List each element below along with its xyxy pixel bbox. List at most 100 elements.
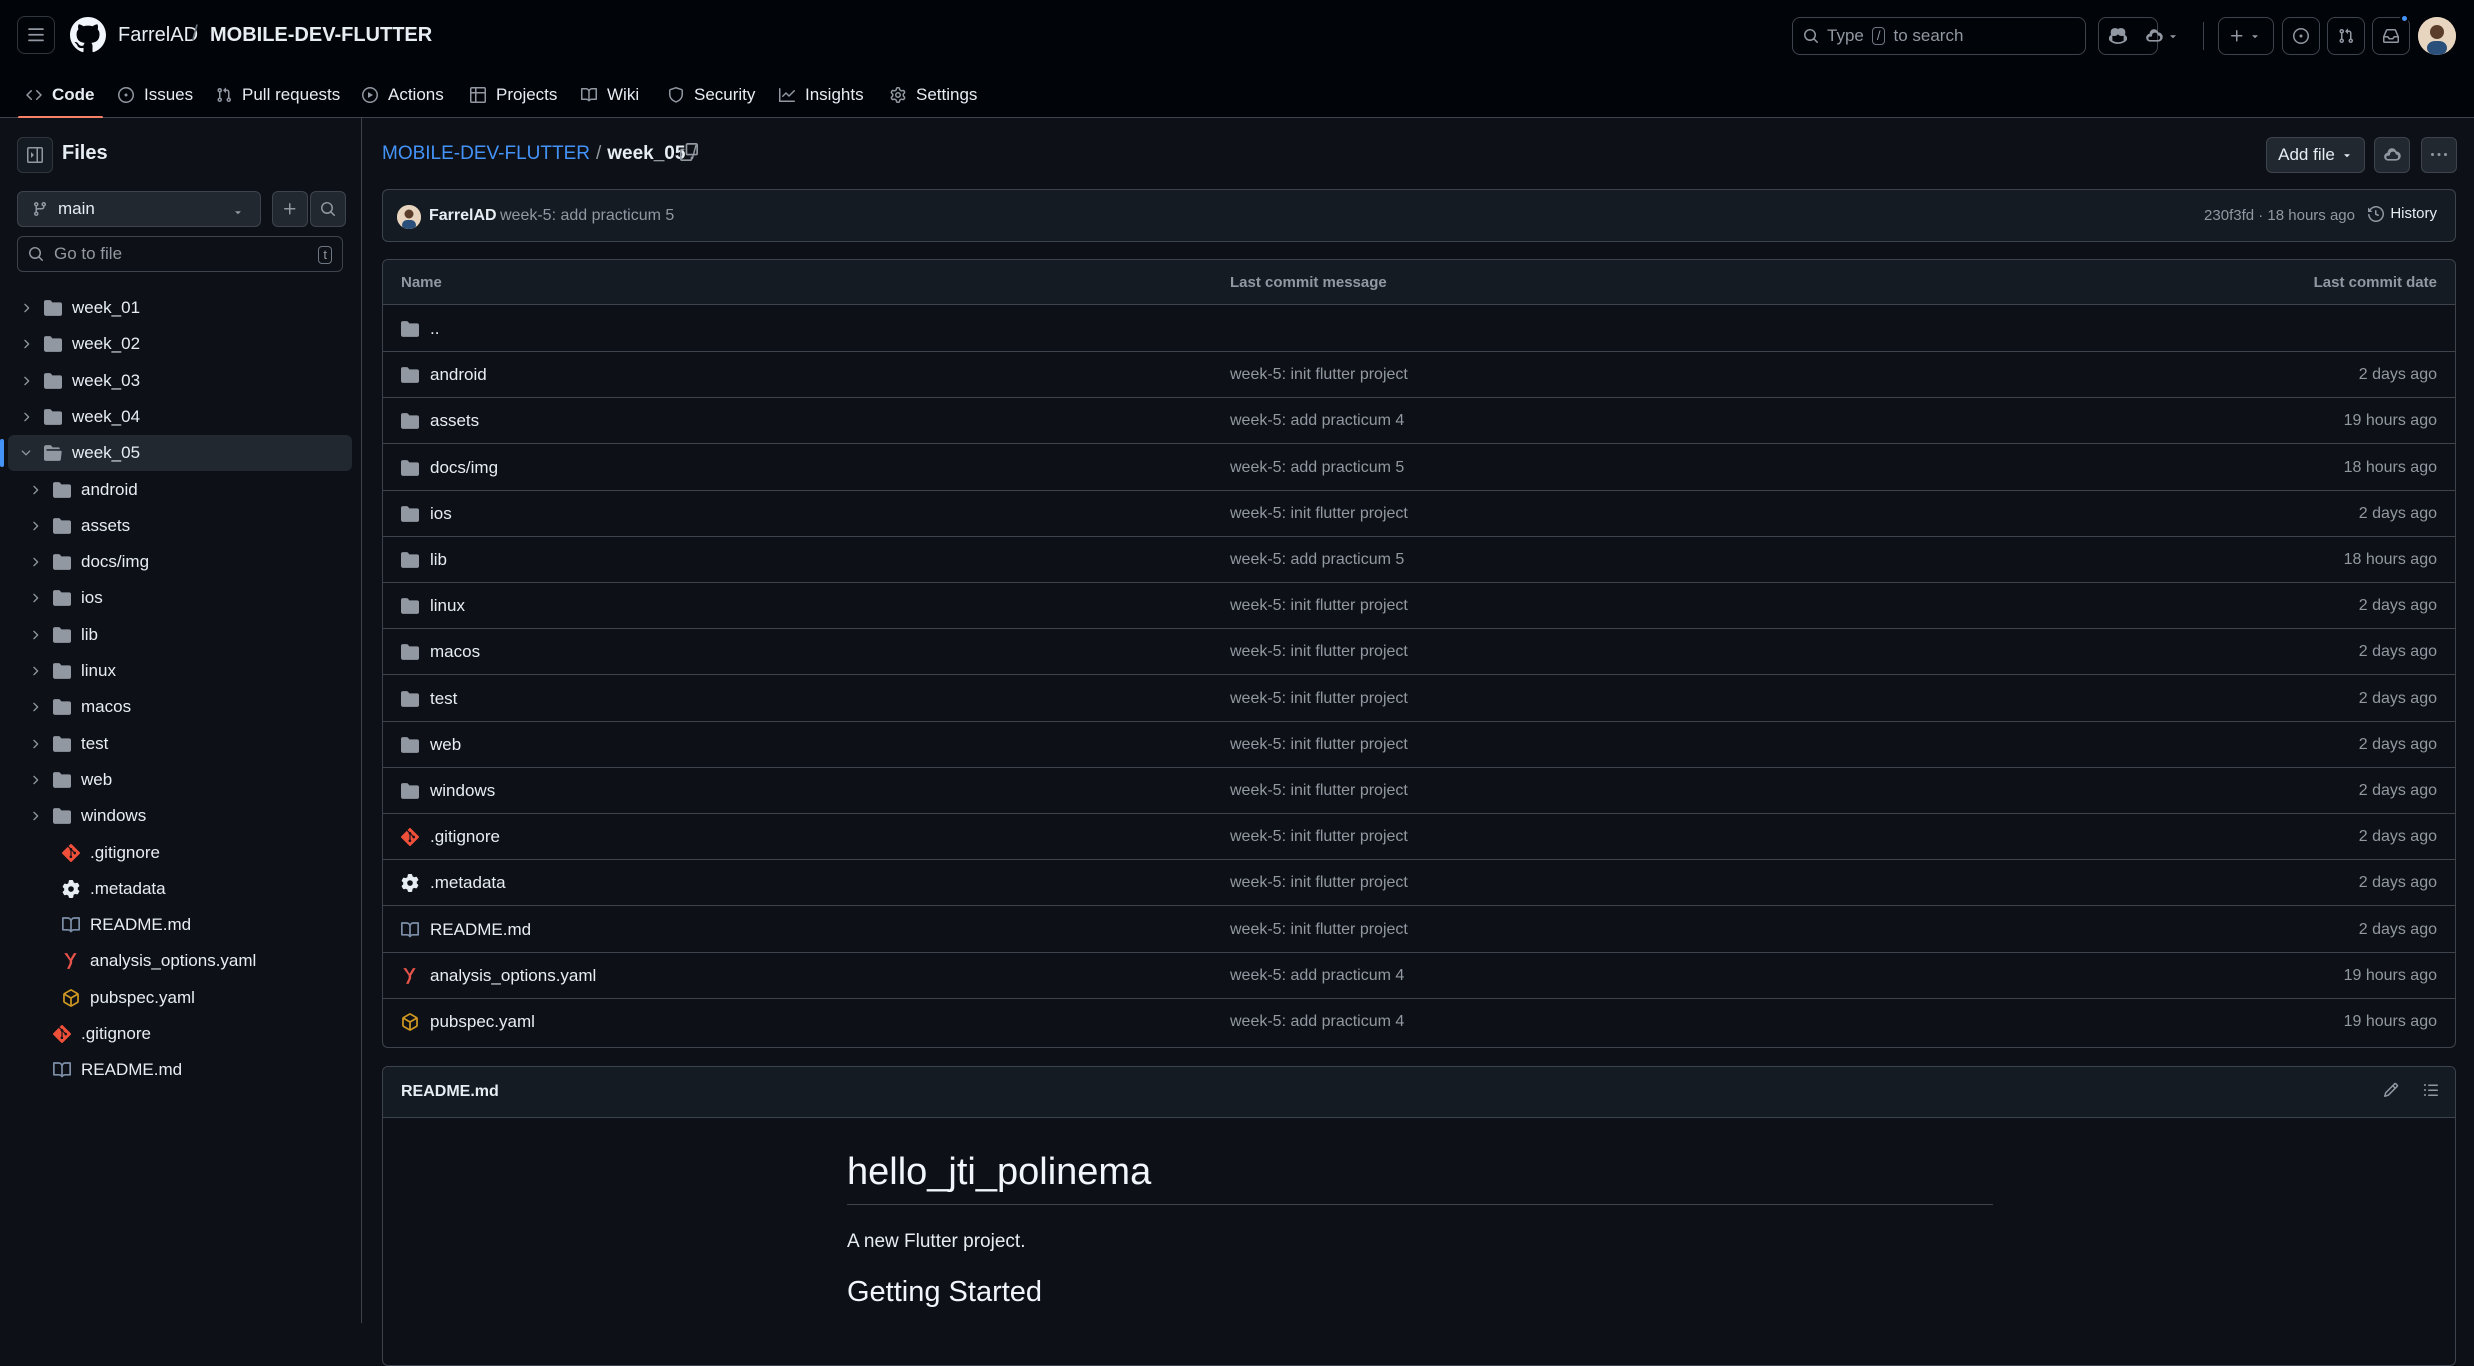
breadcrumb-repo-link[interactable]: MOBILE-DEV-FLUTTER: [382, 143, 590, 165]
file-name-link[interactable]: analysis_options.yaml: [430, 966, 596, 986]
chevron-right-icon[interactable]: [28, 809, 42, 823]
table-row[interactable]: linux week-5: init flutter project 2 days …: [383, 583, 2455, 630]
search-input[interactable]: Type / to search: [1792, 17, 2086, 55]
tab-wiki[interactable]: Wiki: [581, 72, 639, 118]
file-name-link[interactable]: ..: [430, 319, 439, 339]
file-name-link[interactable]: README.md: [430, 920, 531, 940]
owner-link[interactable]: FarrelAD: [118, 24, 198, 47]
table-row[interactable]: README.md week-5: init flutter project 2 d…: [383, 907, 2455, 953]
commit-message-link[interactable]: week-5: init flutter project: [1230, 366, 1408, 384]
tree-item-folder[interactable]: macos: [0, 689, 362, 725]
tree-item-folder[interactable]: lib: [0, 617, 362, 653]
menu-button[interactable]: [17, 16, 55, 54]
tree-item-folder[interactable]: web: [0, 762, 362, 798]
table-row[interactable]: test week-5: init flutter project 2 days a…: [383, 676, 2455, 722]
tree-item-folder[interactable]: ios: [0, 580, 362, 616]
chevron-right-icon[interactable]: [28, 773, 42, 787]
chevron-right-icon[interactable]: [28, 483, 42, 497]
chevron-down-icon[interactable]: [19, 446, 33, 460]
table-row[interactable]: assets week-5: add practicum 4 19 hours ag…: [383, 398, 2455, 445]
tree-item-file[interactable]: pubspec.yaml: [0, 980, 362, 1016]
tab-actions[interactable]: Actions: [362, 72, 444, 118]
commit-message-link[interactable]: week-5: add practicum 5: [1230, 459, 1404, 477]
table-row[interactable]: .metadata week-5: init flutter project 2 d…: [383, 860, 2455, 907]
chevron-right-icon[interactable]: [19, 337, 33, 351]
tree-item-folder[interactable]: linux: [0, 653, 362, 689]
file-name-link[interactable]: pubspec.yaml: [430, 1012, 535, 1032]
table-row[interactable]: macos week-5: init flutter project 2 days …: [383, 629, 2455, 676]
tree-item-file[interactable]: .gitignore: [0, 835, 362, 871]
commit-message-link[interactable]: week-5: init flutter project: [1230, 643, 1408, 661]
chevron-right-icon[interactable]: [19, 374, 33, 388]
commit-message-link[interactable]: week-5: init flutter project: [1230, 597, 1408, 615]
tab-settings[interactable]: Settings: [890, 72, 977, 118]
commit-message-link[interactable]: week-5: init flutter project: [1230, 921, 1408, 939]
commit-message-link[interactable]: week-5: add practicum 4: [1230, 1013, 1404, 1031]
tree-item-folder[interactable]: windows: [0, 798, 362, 834]
outline-button[interactable]: [2423, 1082, 2439, 1098]
tree-item-folder[interactable]: week_01: [0, 290, 362, 326]
history-button[interactable]: History: [2368, 205, 2437, 222]
tree-item-folder[interactable]: docs/img: [0, 544, 362, 580]
file-name-link[interactable]: web: [430, 735, 461, 755]
edit-readme-button[interactable]: [2383, 1082, 2399, 1098]
commit-message-link[interactable]: week-5: init flutter project: [1230, 736, 1408, 754]
add-file-button[interactable]: Add file: [2266, 137, 2365, 173]
tree-item-file[interactable]: .metadata: [0, 871, 362, 907]
file-name-link[interactable]: test: [430, 689, 457, 709]
copilot-dropdown-button[interactable]: [2137, 17, 2197, 55]
create-new-button[interactable]: [2218, 17, 2274, 55]
tree-item-file[interactable]: analysis_options.yaml: [0, 943, 362, 979]
codespaces-button[interactable]: [2374, 137, 2410, 173]
commit-message-link[interactable]: week-5: add practicum 4: [1230, 412, 1404, 430]
tree-item-file[interactable]: README.md: [0, 1052, 362, 1088]
tab-pull-requests[interactable]: Pull requests: [216, 72, 340, 118]
file-name-link[interactable]: assets: [430, 411, 479, 431]
file-name-link[interactable]: linux: [430, 596, 465, 616]
commit-author-link[interactable]: FarrelAD: [429, 207, 497, 225]
go-to-file-input[interactable]: Go to file t: [17, 236, 343, 272]
table-row[interactable]: pubspec.yaml week-5: add practicum 4 19 ho…: [383, 999, 2455, 1045]
readme-title[interactable]: README.md: [401, 1083, 499, 1101]
chevron-right-icon[interactable]: [28, 591, 42, 605]
file-name-link[interactable]: .metadata: [430, 873, 506, 893]
table-row[interactable]: web week-5: init flutter project 2 days ag…: [383, 722, 2455, 768]
commit-message-link[interactable]: week-5: init flutter project: [1230, 505, 1408, 523]
chevron-right-icon[interactable]: [28, 664, 42, 678]
commit-sha-time[interactable]: 230f3fd · 18 hours ago: [2204, 207, 2355, 224]
file-name-link[interactable]: ios: [430, 504, 452, 524]
file-name-link[interactable]: windows: [430, 781, 495, 801]
table-row[interactable]: analysis_options.yaml week-5: add practic…: [383, 953, 2455, 999]
tree-item-folder[interactable]: week_05: [0, 435, 352, 472]
file-name-link[interactable]: macos: [430, 642, 480, 662]
tree-item-folder[interactable]: week_04: [0, 399, 362, 435]
chevron-right-icon[interactable]: [28, 628, 42, 642]
table-row[interactable]: lib week-5: add practicum 5 18 hours ago: [383, 537, 2455, 583]
table-row[interactable]: android week-5: init flutter project 2 day…: [383, 352, 2455, 399]
tab-issues[interactable]: Issues: [118, 72, 193, 118]
tree-item-folder[interactable]: test: [0, 726, 362, 762]
file-name-link[interactable]: android: [430, 365, 487, 385]
tree-item-folder[interactable]: week_02: [0, 326, 362, 362]
tree-item-folder[interactable]: week_03: [0, 363, 362, 399]
tab-projects[interactable]: Projects: [470, 72, 557, 118]
chevron-right-icon[interactable]: [28, 555, 42, 569]
avatar[interactable]: [397, 205, 421, 229]
tree-item-folder[interactable]: assets: [0, 508, 362, 544]
chevron-right-icon[interactable]: [19, 410, 33, 424]
avatar[interactable]: [2418, 17, 2456, 55]
more-options-button[interactable]: [2421, 137, 2457, 173]
table-row[interactable]: docs/img week-5: add practicum 5 18 hours …: [383, 445, 2455, 491]
chevron-right-icon[interactable]: [28, 700, 42, 714]
pull-requests-button[interactable]: [2327, 17, 2365, 55]
table-row[interactable]: .gitignore week-5: init flutter project 2 …: [383, 814, 2455, 861]
tab-security[interactable]: Security: [668, 72, 755, 118]
commit-message-link[interactable]: week-5: add practicum 5: [1230, 551, 1404, 569]
chevron-right-icon[interactable]: [28, 519, 42, 533]
file-name-link[interactable]: docs/img: [430, 458, 498, 478]
chevron-right-icon[interactable]: [19, 301, 33, 315]
file-name-link[interactable]: .gitignore: [430, 827, 500, 847]
tree-item-file[interactable]: README.md: [0, 907, 362, 943]
issues-button[interactable]: [2282, 17, 2320, 55]
commit-message-link[interactable]: week-5: init flutter project: [1230, 874, 1408, 892]
